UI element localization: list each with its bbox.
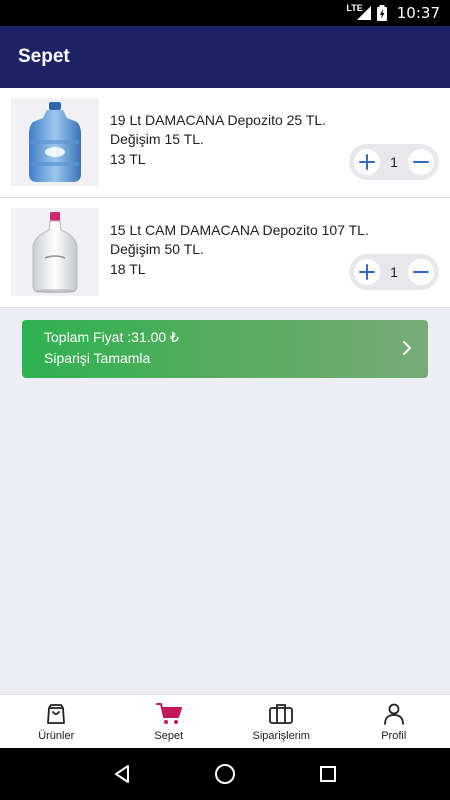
nav-label: Sepet	[154, 730, 184, 742]
nav-item-profile[interactable]: Profil	[338, 695, 450, 748]
water-jug-19l-image	[11, 98, 99, 186]
bag-icon	[47, 704, 66, 724]
person-icon	[383, 703, 404, 725]
system-nav-bar	[0, 748, 450, 800]
page-title: Sepet	[18, 46, 70, 67]
plus-icon	[359, 154, 375, 170]
chevron-right-icon	[402, 340, 412, 361]
recents-square-icon	[320, 766, 337, 782]
glass-bottle-15l-image	[11, 208, 99, 296]
nav-label: Ürünler	[38, 730, 75, 742]
complete-order-label: Siparişi Tamamla	[44, 350, 151, 366]
decrement-button[interactable]	[407, 149, 434, 175]
quantity-stepper: 1	[349, 254, 439, 290]
back-button[interactable]	[102, 754, 142, 794]
briefcase-icon	[269, 704, 294, 724]
increment-button[interactable]	[354, 149, 380, 175]
nav-label: Profil	[381, 730, 407, 742]
recents-button[interactable]	[308, 754, 348, 794]
network-type: LTE	[346, 3, 363, 13]
quantity-value: 1	[390, 154, 398, 170]
cart-icon	[155, 703, 182, 724]
nav-item-cart[interactable]: Sepet	[113, 695, 226, 748]
quantity-stepper: 1	[349, 144, 439, 180]
complete-order-button[interactable]: Toplam Fiyat :31.00 ₺ Siparişi Tamamla	[22, 320, 428, 378]
product-name: 19 Lt DAMACANA Depozito 25 TL. Değişim 1…	[110, 112, 327, 147]
plus-icon	[359, 264, 375, 280]
decrement-button[interactable]	[407, 259, 434, 285]
cart-item: 15 Lt CAM DAMACANA Depozito 107 TL. Deği…	[0, 198, 450, 308]
cart-item: 19 Lt DAMACANA Depozito 25 TL. Değişim 1…	[0, 88, 450, 198]
back-triangle-icon	[114, 765, 129, 783]
quantity-value: 1	[390, 264, 398, 280]
product-price: 18 TL	[110, 261, 146, 277]
nav-item-orders[interactable]: Siparişlerim	[225, 695, 338, 748]
home-button[interactable]	[205, 754, 245, 794]
minus-icon	[412, 161, 429, 163]
total-price: Toplam Fiyat :31.00 ₺	[44, 329, 179, 345]
clock: 10:37	[396, 4, 440, 22]
product-name: 15 Lt CAM DAMACANA Depozito 107 TL. Deği…	[110, 222, 369, 257]
nav-item-products[interactable]: Ürünler	[0, 695, 113, 748]
product-price: 13 TL	[110, 151, 146, 167]
app-bar: Sepet	[0, 26, 450, 88]
nav-label: Siparişlerim	[252, 730, 310, 742]
home-circle-icon	[214, 764, 235, 784]
status-bar: LTE 10:37	[0, 0, 450, 26]
increment-button[interactable]	[354, 259, 380, 285]
bottom-nav: Ürünler Sepet Siparişlerim Profil	[0, 694, 450, 748]
battery-charging-icon	[376, 5, 387, 21]
cart-list: 19 Lt DAMACANA Depozito 25 TL. Değişim 1…	[0, 88, 450, 308]
minus-icon	[412, 271, 429, 273]
